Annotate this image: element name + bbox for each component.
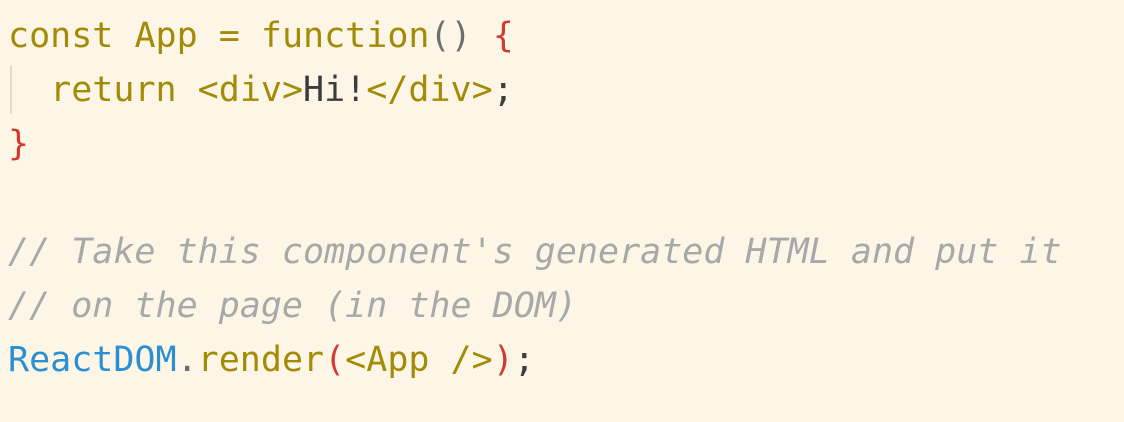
jsx-app-element: <App /> <box>345 340 493 380</box>
open-paren: ( <box>324 340 346 380</box>
jsx-text: Hi! <box>303 70 367 110</box>
code-line-2[interactable]: return <div>Hi!</div>; <box>8 63 514 117</box>
code-line-6[interactable]: ReactDOM.render(<App />); <box>8 333 535 387</box>
code-line-3[interactable]: } <box>8 117 29 171</box>
member-dot: . <box>176 340 198 380</box>
close-paren: ) <box>492 340 514 380</box>
keyword-return: return <box>50 70 177 110</box>
function-parens: () <box>429 16 472 56</box>
identifier-app: App <box>134 16 198 56</box>
method-render: render <box>197 340 325 380</box>
jsx-open-tag: <div> <box>197 70 304 110</box>
object-reactdom: ReactDOM <box>8 340 177 380</box>
code-line-4[interactable]: // Take this component's generated HTML … <box>8 225 1062 279</box>
semicolon: ; <box>492 70 514 110</box>
code-line-5[interactable]: // on the page (in the DOM) <box>8 279 577 333</box>
keyword-function: function <box>260 16 430 56</box>
jsx-close-tag: </div> <box>366 70 493 110</box>
code-line-1[interactable]: const App = function() { <box>8 9 514 63</box>
close-brace: } <box>8 124 30 164</box>
semicolon: ; <box>513 340 535 380</box>
operator-equals: = <box>218 16 240 56</box>
code-editor[interactable]: const App = function() { return <div>Hi!… <box>0 0 1124 422</box>
comment-line: // Take this component's generated HTML … <box>8 232 1062 272</box>
open-brace: { <box>492 16 514 56</box>
comment-line: // on the page (in the DOM) <box>8 286 577 326</box>
keyword-const: const <box>8 16 114 56</box>
